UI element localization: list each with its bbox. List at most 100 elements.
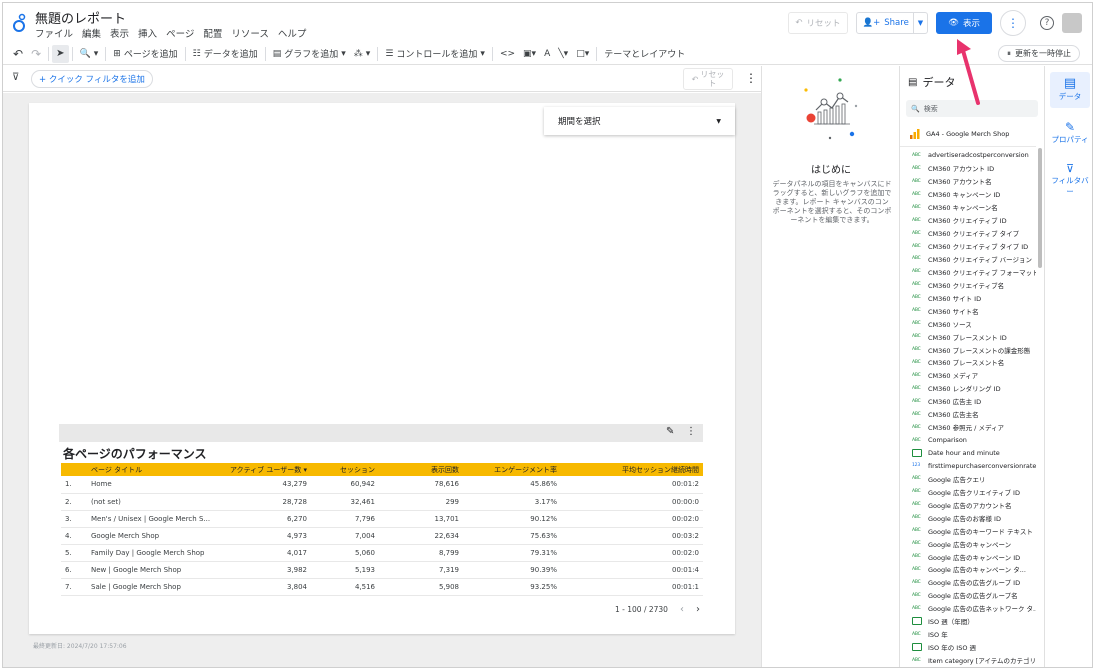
field-item[interactable]: ABC CM360 広告主 ID: [900, 395, 1036, 408]
chevron-left-icon[interactable]: ‹: [680, 604, 684, 615]
field-item[interactable]: ABC CM360 キャンペーン名: [900, 201, 1036, 214]
field-item[interactable]: ABC Google 広告のアカウント名: [900, 498, 1036, 511]
field-item[interactable]: ABC Google 広告の広告グループ名: [900, 589, 1036, 602]
avatar[interactable]: [1062, 13, 1082, 33]
field-item[interactable]: ABC CM360 アカウント ID: [900, 162, 1036, 175]
reset-button[interactable]: ↶ リセット: [788, 12, 848, 34]
text-icon[interactable]: A: [540, 45, 554, 63]
menu-arrange[interactable]: 配置: [203, 26, 222, 40]
filter-icon[interactable]: ⊽: [12, 72, 19, 83]
rail-data-tab[interactable]: ▤ データ: [1050, 72, 1090, 108]
view-button[interactable]: 👁 表示: [936, 12, 992, 34]
field-item[interactable]: 123 firsttimepurchaserconversionrate: [900, 460, 1036, 473]
field-item[interactable]: ABC advertiseradcostperconversion: [900, 149, 1036, 162]
field-item[interactable]: ABC CM360 キャンペーン ID: [900, 188, 1036, 201]
help-icon[interactable]: ?: [1040, 16, 1054, 30]
add-control-button[interactable]: ☰ コントロールを追加 ▾: [381, 45, 489, 63]
field-item[interactable]: ABC CM360 レンダリング ID: [900, 382, 1036, 395]
field-item[interactable]: ABC CM360 クリエイティブ フォーマット: [900, 265, 1036, 278]
share-button[interactable]: 👤+ Share ▼: [855, 12, 929, 34]
column-header-active-users[interactable]: アクティブ ユーザー数 ▾: [221, 463, 311, 476]
menu-file[interactable]: ファイル: [35, 26, 73, 40]
community-viz-button[interactable]: ⁂ ▾: [350, 45, 375, 63]
add-page-button[interactable]: ⊞ ページを追加: [109, 45, 181, 63]
zoom-button[interactable]: 🔍 ▾: [76, 45, 103, 63]
field-list-scrollbar[interactable]: [1038, 148, 1042, 268]
table-row[interactable]: 3. Men's / Unisex | Google Merch S... 6,…: [61, 510, 703, 528]
column-header-avg-session-duration[interactable]: 平均セッション継続時間: [561, 463, 703, 476]
more-vert-icon[interactable]: ⋮: [745, 71, 757, 85]
table-row[interactable]: 6. New | Google Merch Shop 3,982 5,193 7…: [61, 561, 703, 579]
field-item[interactable]: ABC Google 広告のキーワード テキスト: [900, 524, 1036, 537]
field-item[interactable]: ABC CM360 ソース: [900, 317, 1036, 330]
field-item[interactable]: ABC CM360 参照元 / メディア: [900, 421, 1036, 434]
more-vert-icon[interactable]: ⋮: [686, 426, 696, 437]
menu-view[interactable]: 表示: [110, 26, 129, 40]
field-item[interactable]: Date hour and minute: [900, 447, 1036, 460]
field-item[interactable]: ABC Google 広告クエリ: [900, 472, 1036, 485]
table-row[interactable]: 7. Sale | Google Merch Shop 3,804 4,516 …: [61, 578, 703, 596]
column-header-sessions[interactable]: セッション: [311, 463, 379, 476]
table-row[interactable]: 1. Home 43,279 60,942 78,616 45.86% 00:0…: [61, 476, 703, 494]
rail-properties-tab[interactable]: ✎ プロパティ: [1050, 116, 1090, 152]
field-item[interactable]: ABC Google 広告の広告グループ ID: [900, 576, 1036, 589]
redo-icon[interactable]: ↷: [27, 45, 45, 63]
column-header-views[interactable]: 表示回数: [379, 463, 463, 476]
field-item[interactable]: ISO 週（年間）: [900, 615, 1036, 628]
add-chart-button[interactable]: ▤ グラフを追加 ▾: [269, 45, 350, 63]
field-item[interactable]: ABC Google 広告のキャンペーン ID: [900, 550, 1036, 563]
pause-updates-button[interactable]: ⏸ 更新を一時停止: [998, 45, 1080, 62]
line-icon[interactable]: ╲▾: [554, 45, 572, 63]
field-item[interactable]: ABC CM360 クリエイティブ名: [900, 278, 1036, 291]
share-dropdown-icon[interactable]: ▼: [912, 13, 927, 33]
table-row[interactable]: 2. (not set) 28,728 32,461 299 3.17% 00:…: [61, 493, 703, 511]
chevron-right-icon[interactable]: ›: [696, 604, 700, 615]
menu-page[interactable]: ページ: [166, 26, 194, 40]
field-item[interactable]: ISO 年の ISO 週: [900, 641, 1036, 654]
field-item[interactable]: ABC CM360 クリエイティブ タイプ ID: [900, 240, 1036, 253]
field-item[interactable]: ABC CM360 サイト ID: [900, 291, 1036, 304]
menu-help[interactable]: ヘルプ: [278, 26, 307, 40]
menu-resource[interactable]: リソース: [231, 26, 269, 40]
field-item[interactable]: ABC Google 広告のキャンペーン: [900, 537, 1036, 550]
undo-icon[interactable]: ↶: [9, 45, 27, 63]
menu-insert[interactable]: 挿入: [138, 26, 157, 40]
field-item[interactable]: ABC CM360 アカウント名: [900, 175, 1036, 188]
field-item[interactable]: ABC CM360 プレースメントの課金形態: [900, 343, 1036, 356]
data-source[interactable]: GA4 - Google Merch Shop: [910, 129, 1009, 139]
field-item[interactable]: ABC Google 広告の広告ネットワーク タ...: [900, 602, 1036, 615]
embed-code-icon[interactable]: <>: [496, 45, 519, 63]
column-header-engagement-rate[interactable]: エンゲージメント率: [463, 463, 561, 476]
filter-reset-button[interactable]: ↶ リセット: [683, 68, 733, 90]
date-range-control[interactable]: 期間を選択 ▼: [544, 107, 735, 135]
theme-layout-button[interactable]: テーマとレイアウト: [600, 45, 689, 63]
add-data-button[interactable]: ☷ データを追加: [189, 45, 262, 63]
looker-studio-logo-icon[interactable]: [13, 13, 27, 33]
image-icon[interactable]: ▣▾: [519, 45, 540, 63]
field-item[interactable]: ABC CM360 クリエイティブ バージョン: [900, 253, 1036, 266]
field-item[interactable]: ABC Google 広告のお客様 ID: [900, 511, 1036, 524]
rail-filter-bar-tab[interactable]: ⊽ フィルタバー: [1050, 158, 1090, 196]
report-title[interactable]: 無題のレポート: [35, 8, 126, 27]
field-item[interactable]: ABC Google 広告のキャンペーン タ...: [900, 563, 1036, 576]
field-item[interactable]: ABC CM360 サイト名: [900, 304, 1036, 317]
field-item[interactable]: ABC CM360 クリエイティブ ID: [900, 214, 1036, 227]
field-item[interactable]: ABC Comparison: [900, 434, 1036, 447]
column-header-page-title[interactable]: ページ タイトル: [79, 463, 221, 476]
field-item[interactable]: ABC Google 広告クリエイティブ ID: [900, 485, 1036, 498]
field-item[interactable]: ABC CM360 プレースメント ID: [900, 330, 1036, 343]
menu-edit[interactable]: 編集: [82, 26, 101, 40]
field-item[interactable]: ABC CM360 クリエイティブ タイプ: [900, 227, 1036, 240]
field-item[interactable]: ABC CM360 プレースメント名: [900, 356, 1036, 369]
select-cursor-icon[interactable]: ➤: [52, 44, 69, 63]
more-options-button[interactable]: ⋮: [1000, 10, 1026, 36]
field-item[interactable]: ABC CM360 広告主名: [900, 408, 1036, 421]
performance-table[interactable]: ページ タイトル アクティブ ユーザー数 ▾ セッション 表示回数 エンゲージメ…: [61, 463, 703, 596]
add-quick-filter-button[interactable]: + クイック フィルタを追加: [31, 70, 153, 88]
shape-icon[interactable]: □▾: [572, 45, 593, 63]
table-row[interactable]: 4. Google Merch Shop 4,973 7,004 22,634 …: [61, 527, 703, 545]
table-row[interactable]: 5. Family Day | Google Merch Shop 4,017 …: [61, 544, 703, 562]
field-item[interactable]: ABC ISO 年: [900, 628, 1036, 641]
field-item[interactable]: ABC CM360 メディア: [900, 369, 1036, 382]
field-item[interactable]: ABC Item category [アイテムのカテゴリ]: [900, 654, 1036, 667]
